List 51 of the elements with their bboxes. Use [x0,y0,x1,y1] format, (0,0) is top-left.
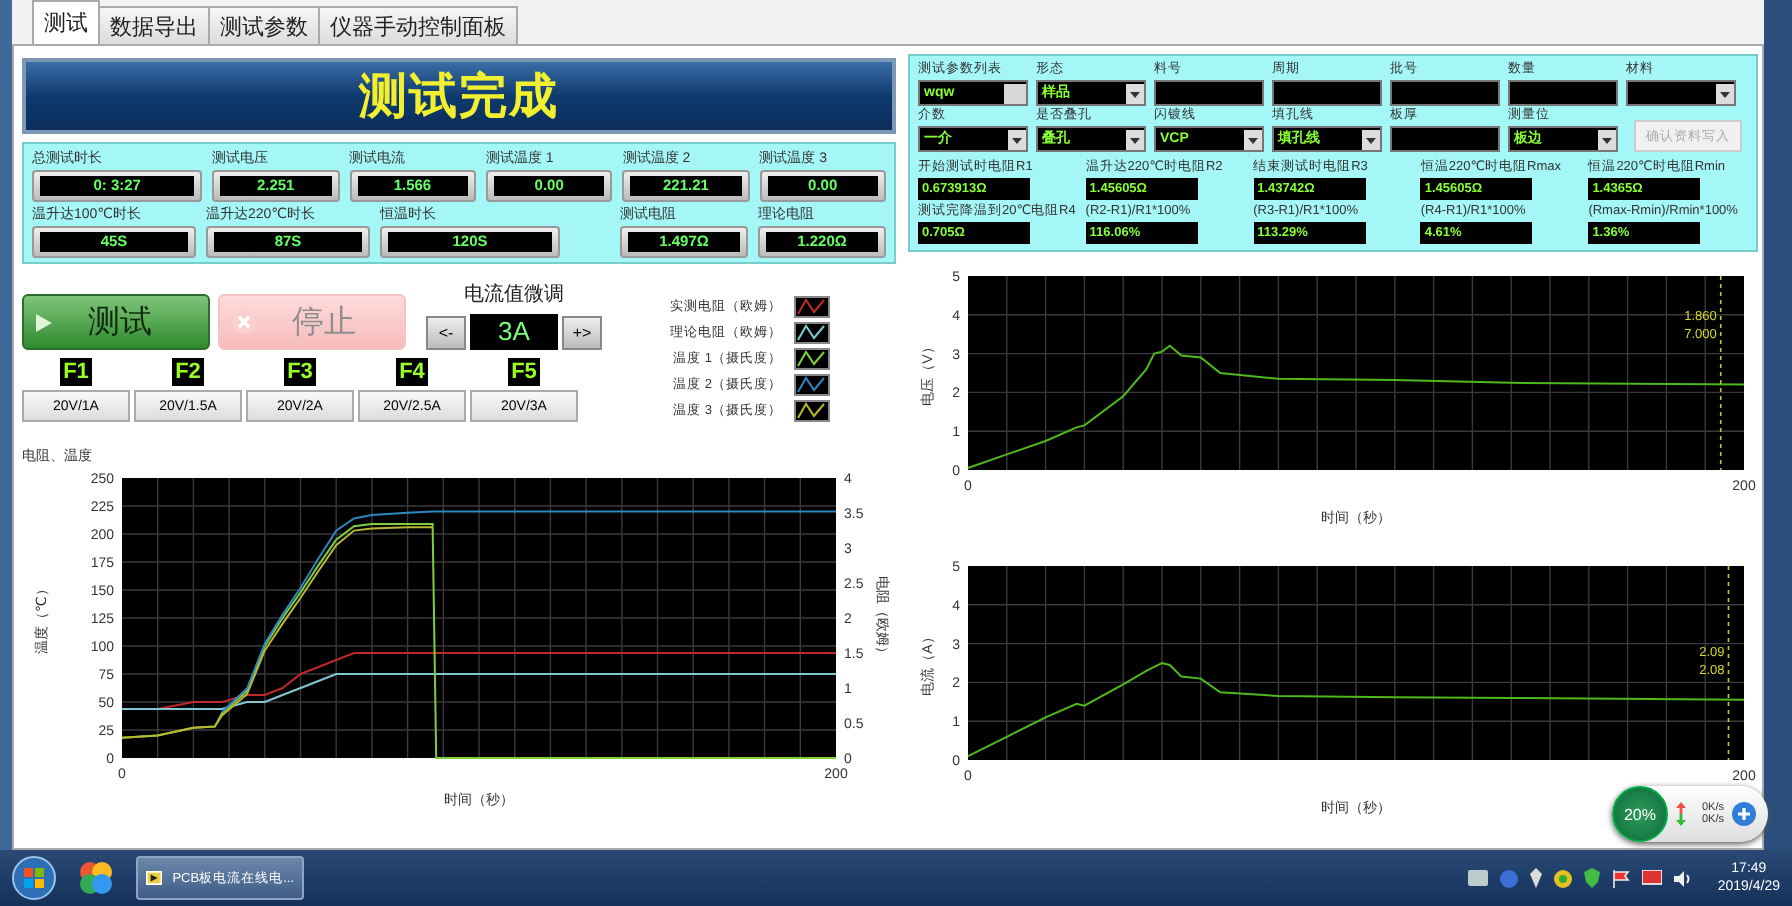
caret-icon [1244,129,1262,149]
input-field[interactable] [1508,80,1618,106]
legend-swatch [794,296,830,318]
caret-icon [1126,129,1144,149]
decrease-button[interactable]: <- [426,315,466,349]
caret-icon [1008,129,1026,149]
shield-icon[interactable] [1583,868,1600,888]
key-label: F3 [283,358,317,386]
app-icon[interactable] [76,858,116,898]
key-label: F4 [395,358,429,386]
caret-icon [1126,83,1144,103]
legend-swatch [794,348,830,370]
cursor-line[interactable] [1719,275,1722,471]
start-button[interactable] [12,856,56,900]
key-label: F5 [507,358,541,386]
keyboard-icon[interactable] [1467,870,1488,886]
play-icon [36,313,52,331]
monitor-icon[interactable] [1641,870,1662,886]
cursor-line[interactable] [1727,565,1730,761]
tab[interactable]: 测试参数 [208,6,320,44]
tab[interactable]: 测试 [32,0,100,44]
input-field[interactable] [1272,80,1382,106]
up-arrow-icon [1676,802,1686,814]
program-icon [146,866,163,890]
circle-icon[interactable] [1553,869,1572,887]
legend-swatch [794,374,830,396]
input-field[interactable] [1390,126,1500,152]
current-display: 3A [470,314,558,350]
speaker-icon[interactable] [1673,869,1694,887]
caret-icon [1362,129,1380,149]
status-banner: 测试完成 [22,58,896,134]
down-arrow-icon [1676,814,1686,826]
tab[interactable]: 数据导出 [98,6,210,44]
adjust-label: 电流值微调 [464,281,564,308]
load-gauge: 20% [1612,786,1668,842]
key-label: F1 [59,358,93,386]
flag-icon[interactable] [1611,869,1630,887]
caret-icon [1716,83,1734,103]
caret-icon [1598,129,1616,149]
square-icon [1004,83,1026,103]
close-icon [232,310,256,334]
key-label: F2 [171,358,205,386]
dropdown-field[interactable] [1626,80,1736,106]
input-field[interactable] [1154,80,1264,106]
plus-icon[interactable] [1732,802,1757,826]
start-button[interactable]: 测试 [22,294,210,350]
input-field[interactable] [1390,80,1500,106]
legend-swatch [794,322,830,344]
increase-button[interactable]: +> [562,315,602,349]
legend-swatch [794,400,830,422]
tab[interactable]: 仪器手动控制面板 [318,6,518,44]
